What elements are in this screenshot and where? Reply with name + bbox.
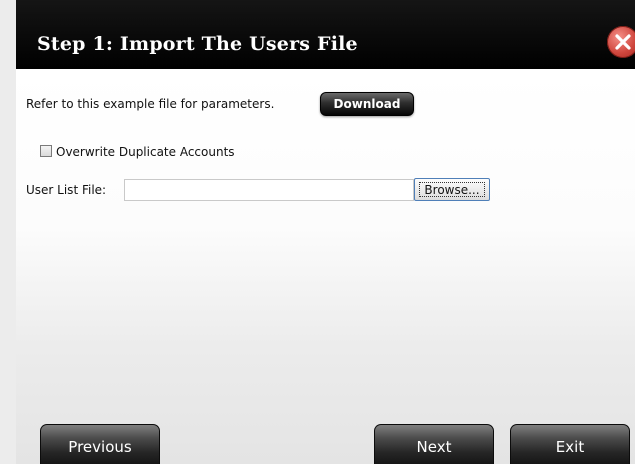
import-users-dialog: Step 1: Import The Users File Refer to t… — [0, 0, 635, 464]
overwrite-duplicates-checkbox[interactable] — [40, 145, 52, 157]
user-list-file-input[interactable] — [124, 179, 414, 201]
previous-button[interactable]: Previous — [40, 424, 160, 464]
browse-button[interactable]: Browse... — [414, 178, 490, 201]
refer-text: Refer to this example file for parameter… — [26, 97, 275, 111]
dialog-content: Refer to this example file for parameter… — [16, 69, 635, 464]
download-button[interactable]: Download — [320, 92, 414, 116]
dialog-title: Step 1: Import The Users File — [37, 33, 358, 55]
overwrite-duplicates-label: Overwrite Duplicate Accounts — [56, 145, 235, 159]
user-list-file-label: User List File: — [26, 183, 107, 197]
browse-button-label: Browse... — [419, 182, 485, 197]
exit-button[interactable]: Exit — [510, 424, 630, 464]
dialog-titlebar: Step 1: Import The Users File — [16, 0, 635, 69]
next-button[interactable]: Next — [374, 424, 494, 464]
close-icon[interactable] — [607, 26, 635, 58]
